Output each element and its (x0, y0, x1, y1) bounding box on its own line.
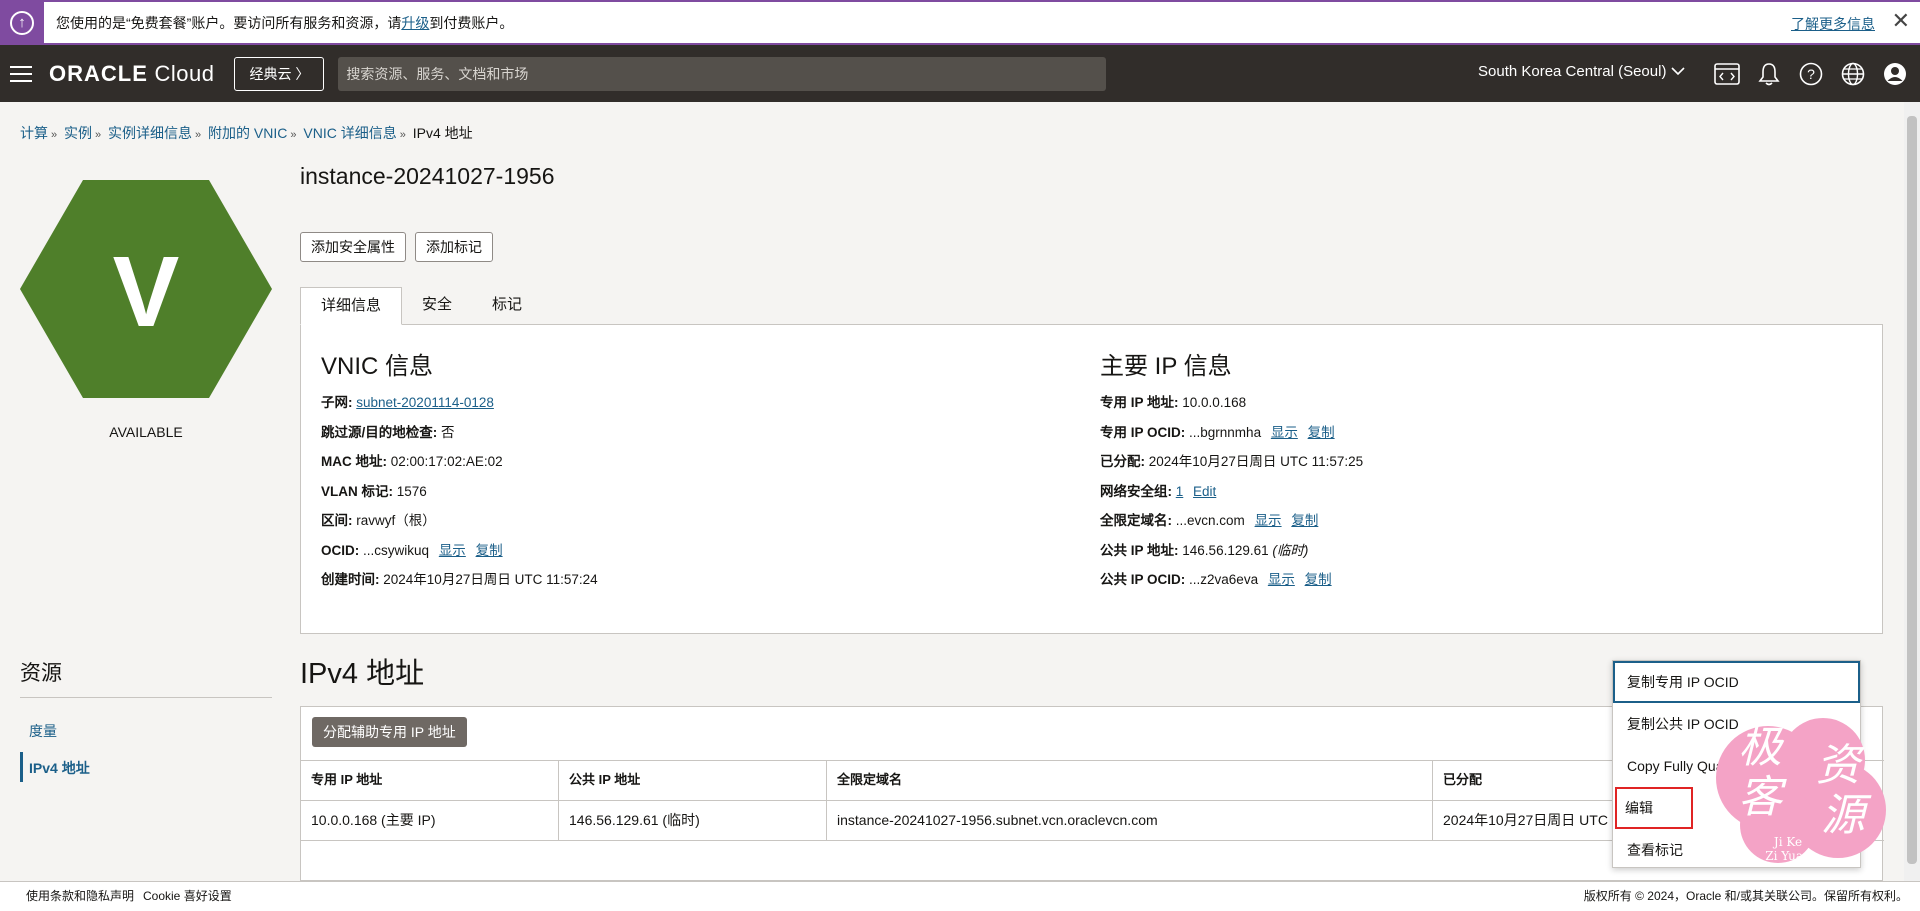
breadcrumb-instances[interactable]: 实例 (64, 125, 92, 141)
menu-item-copy-private-ocid[interactable]: 复制专用 IP OCID (1613, 661, 1860, 703)
column-header[interactable]: 专用 IP 地址 (301, 761, 559, 800)
table-cell: 2024年10月27日周日 UTC 1 (1443, 812, 1613, 828)
add-security-attribute-button[interactable]: 添加安全属性 (300, 232, 406, 262)
hamburger-menu-icon[interactable] (10, 65, 32, 82)
classic-cloud-button[interactable]: 经典云 〉 (234, 56, 325, 91)
ipv4-section-title: IPv4 地址 (300, 658, 425, 690)
resource-active-indicator (20, 752, 23, 782)
public-ocid-copy-link[interactable]: 复制 (1305, 572, 1332, 587)
page-scrollbar[interactable] (1904, 102, 1920, 881)
svg-text:源: 源 (1821, 790, 1872, 841)
vnic-status-hexagon: V (20, 180, 272, 398)
details-panel: VNIC 信息 子网: subnet-20201114-0128 跳过源/目的地… (300, 324, 1883, 634)
svg-text:?: ? (1807, 66, 1815, 82)
svg-text:资: 资 (1816, 740, 1865, 791)
help-icon[interactable]: ? (1796, 59, 1825, 88)
public-ocid-show-link[interactable]: 显示 (1268, 572, 1295, 587)
bell-icon[interactable] (1754, 59, 1783, 88)
upgrade-link[interactable]: 升级 (401, 15, 429, 31)
breadcrumb-compute[interactable]: 计算 (20, 125, 48, 141)
resources-title: 资源 (20, 662, 62, 685)
top-navbar: ORACLE Cloud 经典云 〉 搜索资源、服务、文档和市场 South K… (0, 45, 1920, 102)
tab-security[interactable]: 安全 (402, 287, 472, 325)
breadcrumb-attached-vnics[interactable]: 附加的 VNIC (208, 125, 287, 141)
add-tags-button[interactable]: 添加标记 (415, 232, 493, 262)
primary-ip-heading: 主要 IP 信息 (1100, 353, 1232, 380)
user-icon[interactable] (1880, 59, 1909, 88)
breadcrumb-vnic-details[interactable]: VNIC 详细信息 (303, 125, 396, 141)
copyright-text: 版权所有 © 2024，Oracle 和/或其关联公司。保留所有权利。 (1583, 889, 1908, 903)
vnic-ocid-show-link[interactable]: 显示 (439, 543, 466, 558)
svg-text:极: 极 (1738, 722, 1785, 773)
private-ocid-copy-link[interactable]: 复制 (1308, 425, 1335, 440)
subnet-link[interactable]: subnet-20201114-0128 (356, 395, 494, 410)
assign-secondary-ip-button[interactable]: 分配辅助专用 IP 地址 (312, 717, 467, 747)
svg-text:Ji Ke: Ji Ke (1772, 835, 1802, 849)
close-icon[interactable]: ✕ (1892, 10, 1910, 32)
menu-item-edit[interactable]: 编辑 (1615, 787, 1693, 829)
region-selector[interactable]: South Korea Central (Seoul) (1478, 63, 1685, 80)
code-editor-icon[interactable] (1712, 59, 1741, 88)
watermark-logo: 极 客 资 源 Ji Ke Zi Yuan (1708, 700, 1898, 875)
breadcrumb-current: IPv4 地址 (412, 125, 473, 141)
banner-text: 您使用的是“免费套餐”账户。要访问所有服务和资源，请升级到付费账户。 (56, 14, 514, 31)
nsg-count-link[interactable]: 1 (1176, 484, 1184, 499)
resource-item-ipv4[interactable]: IPv4 地址 (29, 758, 90, 778)
cookie-preferences-link[interactable]: Cookie 喜好设置 (143, 882, 232, 910)
tab-details[interactable]: 详细信息 (300, 287, 403, 325)
svg-text:Zi Yuan: Zi Yuan (1765, 849, 1811, 863)
scrollbar-thumb[interactable] (1907, 116, 1917, 864)
resources-divider (20, 697, 272, 698)
vnic-ocid-copy-link[interactable]: 复制 (476, 543, 503, 558)
terms-privacy-link[interactable]: 使用条款和隐私声明 (26, 882, 134, 910)
column-header[interactable]: 已分配 (1433, 761, 1633, 800)
fqdn-show-link[interactable]: 显示 (1255, 513, 1282, 528)
globe-icon[interactable] (1838, 59, 1867, 88)
search-input[interactable]: 搜索资源、服务、文档和市场 (338, 56, 1107, 91)
upgrade-arrow-icon: ↑ (0, 2, 44, 43)
table-cell: 146.56.129.61 (临时) (559, 801, 827, 840)
free-tier-banner: ↑ 您使用的是“免费套餐”账户。要访问所有服务和资源，请升级到付费账户。 了解更… (0, 0, 1920, 45)
vnic-info-heading: VNIC 信息 (321, 353, 434, 380)
svg-text:客: 客 (1738, 772, 1787, 823)
learn-more-link[interactable]: 了解更多信息 (1791, 14, 1875, 34)
breadcrumb-instance-details[interactable]: 实例详细信息 (108, 125, 192, 141)
page-title: instance-20241027-1956 (300, 163, 555, 189)
hexagon-letter: V (113, 236, 180, 348)
tab-tags[interactable]: 标记 (472, 287, 542, 325)
table-cell: instance-20241027-1956.subnet.vcn.oracle… (827, 801, 1433, 840)
resource-item-metrics[interactable]: 度量 (29, 721, 57, 741)
table-cell: 10.0.0.168 (主要 IP) (301, 801, 559, 840)
oracle-cloud-logo[interactable]: ORACLE Cloud (49, 61, 214, 87)
fqdn-copy-link[interactable]: 复制 (1291, 513, 1318, 528)
lifecycle-state: AVAILABLE (109, 424, 183, 440)
nsg-edit-link[interactable]: Edit (1193, 484, 1216, 499)
column-header[interactable]: 公共 IP 地址 (559, 761, 827, 800)
private-ocid-show-link[interactable]: 显示 (1271, 425, 1298, 440)
column-header[interactable]: 全限定域名 (827, 761, 1433, 800)
breadcrumb: 计算» 实例» 实例详细信息» 附加的 VNIC» VNIC 详细信息» IPv… (20, 125, 473, 141)
page-footer: 使用条款和隐私声明 Cookie 喜好设置 版权所有 © 2024，Oracle… (0, 881, 1920, 911)
